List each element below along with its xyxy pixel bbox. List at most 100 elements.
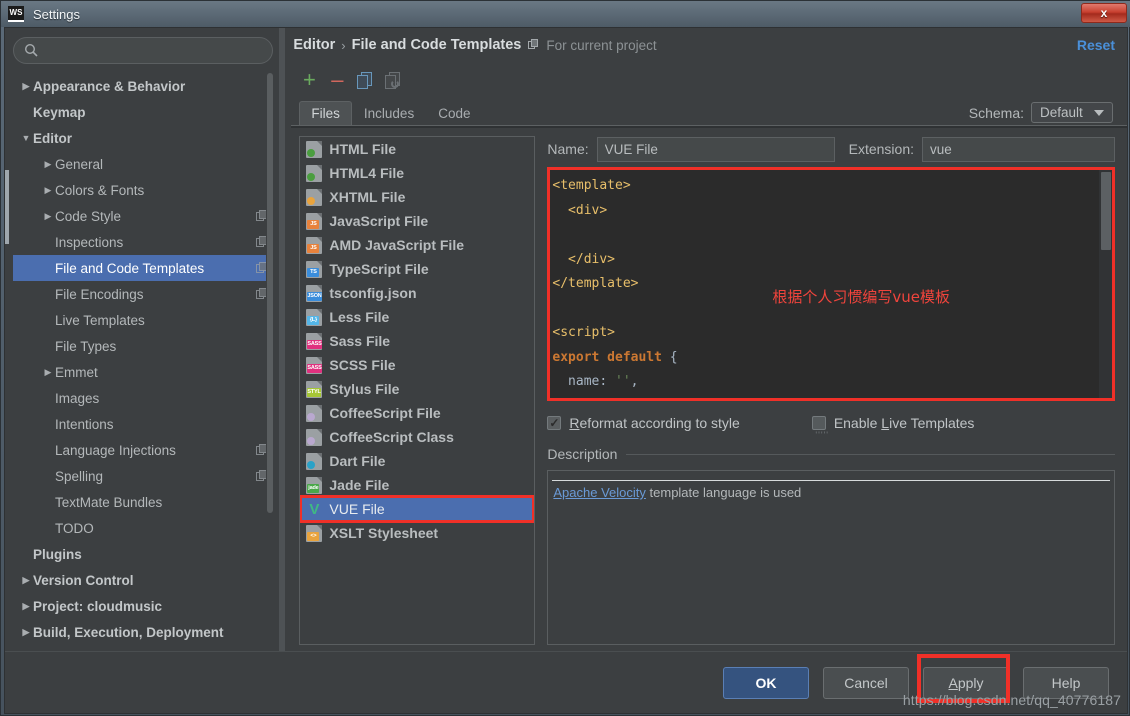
reset-link[interactable]: Reset [1077,37,1115,53]
sidebar-scrollbar-thumb[interactable] [267,73,274,513]
list-item[interactable]: JS JavaScript File [300,209,534,233]
breadcrumb-root[interactable]: Editor [293,37,335,53]
list-item[interactable]: XHTML File [300,185,534,209]
sidebar-item-emmet[interactable]: ▶ Emmet [13,359,273,385]
sidebar-item-label: File Types [55,338,117,354]
apache-velocity-link[interactable]: Apache Velocity [553,485,646,500]
sidebar-item-label: General [55,156,104,172]
extension-input[interactable] [922,136,1115,162]
list-item[interactable]: JSON tsconfig.json [300,281,534,305]
sidebar-item-live-templates[interactable]: Live Templates [13,307,273,333]
list-item[interactable]: jade Jade File [300,473,534,497]
sidebar-item-file-encodings[interactable]: File Encodings [13,281,273,307]
list-item[interactable]: SASS SCSS File [300,353,534,377]
code-scrollbar[interactable] [1099,170,1112,398]
chevron-right-icon[interactable]: ▶ [41,211,55,222]
copy-icon [357,71,373,89]
tab-includes[interactable]: Includes [352,101,426,126]
description-rest: template language is used [645,485,802,500]
name-label: Name: [547,141,589,157]
minus-icon: – [331,67,344,92]
sidebar-item-code-style[interactable]: ▶ Code Style [13,203,273,229]
list-item[interactable]: JS AMD JavaScript File [300,233,534,257]
sidebar-item-spelling[interactable]: Spelling [13,463,273,489]
sidebar-item-label: Colors & Fonts [55,182,145,198]
sidebar-item-label: Language Injections [55,442,176,458]
list-item[interactable]: HTML4 File [300,161,534,185]
sidebar-item-textmate-bundles[interactable]: TextMate Bundles [13,489,273,515]
tab-files[interactable]: Files [299,101,352,126]
sidebar-item-language-injections[interactable]: Language Injections [13,437,273,463]
sass-file-icon: SASS [306,332,323,350]
html-file-icon [306,140,323,158]
list-item[interactable]: <> XSLT Stylesheet [300,521,534,545]
settings-tree[interactable]: ▶ Appearance & Behavior Keymap ▼ Editor ▶ Gen… [13,73,274,651]
list-item-label: JavaScript File [329,213,429,229]
code-line: <div> [552,202,608,218]
live-templates-checkbox-box[interactable]: ✓ [811,416,826,430]
list-item[interactable]: CoffeeScript Class [300,425,534,449]
sidebar-item-project-cloudmusic[interactable]: ▶ Project: cloudmusic [13,593,273,619]
list-item[interactable]: {L} Less File [300,305,534,329]
sidebar-item-file-and-code-templates[interactable]: File and Code Templates [13,255,274,281]
chevron-right-icon[interactable]: ▶ [41,159,55,170]
list-item[interactable]: V VUE File [300,497,535,521]
sidebar-item-keymap[interactable]: Keymap [13,99,273,125]
sidebar-item-build-execution-deployment[interactable]: ▶ Build, Execution, Deployment [13,619,273,645]
list-item-label: HTML4 File [329,165,405,181]
chevron-right-icon[interactable]: ▶ [19,575,33,586]
ok-button[interactable]: OK [723,666,809,699]
list-item[interactable]: TS TypeScript File [300,257,534,281]
sidebar-item-inspections[interactable]: Inspections [13,229,273,255]
file-type-badge [307,412,316,421]
list-item[interactable]: Dart File [300,449,534,473]
reset-template-button[interactable] [379,67,407,93]
list-item[interactable]: STYL Stylus File [300,377,534,401]
add-template-button[interactable]: + [295,67,323,93]
resize-grip-icon[interactable]: ''''' [815,430,829,440]
list-item[interactable]: CoffeeScript File [300,401,534,425]
tab-code[interactable]: Code [426,101,482,126]
sidebar-item-version-control[interactable]: ▶ Version Control [13,567,273,593]
list-item[interactable]: SASS Sass File [300,329,534,353]
live-templates-checkbox[interactable]: ✓ Enable Live Templates [811,415,974,431]
chevron-right-icon[interactable]: ▶ [19,81,33,92]
sidebar-item-intentions[interactable]: Intentions [13,411,273,437]
sidebar-item-appearance-behavior[interactable]: ▶ Appearance & Behavior [13,73,273,99]
sidebar-scrollbar[interactable] [266,73,274,651]
sidebar-item-file-types[interactable]: File Types [13,333,273,359]
code-text[interactable]: <template> <div> </div> </template> <scri… [550,170,1112,398]
name-input[interactable] [596,136,835,162]
chevron-down-icon[interactable]: ▼ [19,133,33,143]
file-type-badge [307,196,316,205]
chevron-right-icon[interactable]: ▶ [41,367,55,378]
reset-to-default-icon [385,71,401,89]
template-file-list[interactable]: HTML File HTML4 File XHTML File JS JavaScrip… [299,136,536,645]
chevron-right-icon[interactable]: ▶ [19,601,33,612]
chevron-right-icon[interactable]: ▶ [41,185,55,196]
copy-template-button[interactable] [351,67,379,93]
sidebar-item-general[interactable]: ▶ General [13,151,273,177]
sidebar-item-colors-fonts[interactable]: ▶ Colors & Fonts [13,177,273,203]
reformat-checkbox[interactable]: ✓ Reformat according to style [547,415,740,431]
reformat-checkbox-box[interactable]: ✓ [547,416,562,430]
breadcrumb-separator: › [341,37,346,53]
chevron-right-icon[interactable]: ▶ [19,627,33,638]
sidebar-item-images[interactable]: Images [13,385,273,411]
remove-template-button[interactable]: – [323,67,351,93]
code-scrollbar-thumb[interactable] [1101,172,1111,250]
plus-icon: + [302,67,316,92]
search-input[interactable] [13,37,274,64]
sidebar-item-todo[interactable]: TODO [13,515,273,541]
template-code-editor[interactable]: <template> <div> </div> </template> <scri… [547,167,1115,401]
cancel-button[interactable]: Cancel [823,666,909,699]
sidebar-item-plugins[interactable]: Plugins [13,541,273,567]
json-file-icon: JSON [306,284,323,302]
sidebar-item-label: File Encodings [55,286,144,302]
sidebar-item-editor[interactable]: ▼ Editor [13,125,273,151]
close-icon[interactable]: x [1081,3,1127,23]
list-item[interactable]: HTML File [300,137,534,161]
